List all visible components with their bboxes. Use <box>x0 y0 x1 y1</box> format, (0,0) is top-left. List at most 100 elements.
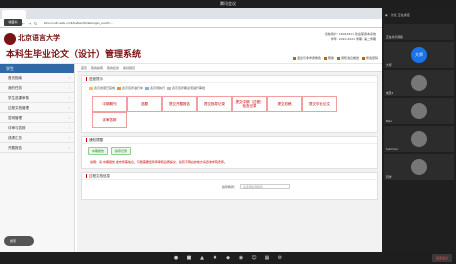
notice-text: 说明：请 中期报告 发布所需信息，可能需要经导师审核后再提交，如有不明白的地方请… <box>90 160 227 164</box>
breadcrumb-item[interactable]: 答辩题目 <box>123 66 135 70</box>
participant-name: Summer <box>386 147 398 151</box>
header-link-help[interactable]: 帮助 <box>323 56 334 60</box>
documents-title: 过程文档信息 <box>82 173 377 180</box>
university-name: 北京语言大学 <box>18 33 60 42</box>
documents-panel: 过程文档信息 指导教师： 请选择指导教师 <box>81 172 378 200</box>
user-info-line: 当前用户: 18041811 欢迎使用本系统 <box>324 32 376 36</box>
sidebar-item-documents[interactable]: 过程文档管理 <box>0 103 74 113</box>
sidebar-item-guide[interactable]: 首页指南 <box>0 73 74 83</box>
progress-title: 进度提示 <box>82 76 377 83</box>
participant-tile[interactable]: Max <box>384 98 454 124</box>
settings-icon[interactable]: ⚙ <box>277 255 283 261</box>
legend-label: 表示该步进行中 <box>121 86 143 90</box>
participant-name: Max <box>386 119 392 123</box>
legend-label: 表示该步骤必须进行审批 <box>171 86 205 90</box>
legend-swatch-approval <box>166 86 171 90</box>
participants-panel: ◉ 讨论 正在讲话 正在共享屏幕 大师 大师 成员1 Max Summer 同学 <box>382 8 456 252</box>
step-draft[interactable]: 提交初稿 <box>267 96 302 112</box>
share-icon[interactable]: ▲ <box>199 255 205 261</box>
user-info: 当前用户: 18041811 欢迎使用本系统 学年: 2020-2021 学期:… <box>325 32 376 41</box>
step-defense[interactable]: 评审答辩 <box>92 112 127 128</box>
breadcrumb-item[interactable]: 我的指南 <box>91 66 103 70</box>
avatar <box>411 75 427 91</box>
header-link-notice[interactable]: 通知消息推送 <box>336 56 359 60</box>
mic-icon[interactable]: ● <box>173 255 179 261</box>
sidebar-item-grades[interactable]: 成绩汇总 <box>0 133 74 143</box>
step-midterm-check[interactable]: 提交中期（过程）检查记录 <box>232 96 267 112</box>
sidebar-item-tasks[interactable]: 我的任务 <box>0 83 74 93</box>
step-proposal[interactable]: 提交开题报告 <box>162 96 197 112</box>
participant-tile[interactable]: 成员1 <box>384 70 454 96</box>
members-icon[interactable]: ♦ <box>212 255 218 261</box>
progress-steps: 中期期刊 选题 提交开题报告 提交指导记录 提交中期（过程）检查记录 提交初稿 … <box>82 94 377 132</box>
progress-legend: 表示这项已完成 表示该步进行中 表示待执行 表示该步骤必须进行审批 <box>82 83 377 94</box>
shared-browser-window: 收藏书 ← → ↻ bhu.ccutc.edu.cn/bhu/bsinfo/st… <box>0 8 382 252</box>
system-title: 本科生毕业论文（设计）管理系统 <box>6 50 142 60</box>
record-icon[interactable]: ◉ <box>238 255 244 261</box>
breadcrumb-item[interactable]: 我的任务 <box>107 66 119 70</box>
browser-tab-bar <box>0 8 382 19</box>
step-thesis[interactable]: 提交毕业论文 <box>302 96 337 112</box>
meeting-title-bar: 腾讯会议 <box>0 0 456 8</box>
legend-label: 表示这项已完成 <box>94 86 116 90</box>
legend-label: 表示待执行 <box>149 86 165 90</box>
emoji-icon[interactable]: ☺ <box>251 255 257 261</box>
participant-name: 正在共享屏幕 <box>386 35 403 39</box>
camera-icon[interactable]: ■ <box>186 255 192 261</box>
sidebar-search-button[interactable]: 搜索 <box>4 236 34 246</box>
bookmark-tooltip: 收藏书 <box>4 19 22 26</box>
step-topic[interactable]: 选题 <box>127 96 162 112</box>
participant-tile[interactable]: Summer <box>384 126 454 152</box>
notice-title: 通知提醒 <box>82 137 377 144</box>
browser-tab[interactable] <box>2 10 26 19</box>
header-links: 退出与非学者角色 帮助 通知消息推送 修改密码 <box>292 56 378 60</box>
avatar <box>411 159 427 175</box>
notice-badges: 中期报告 指导记录 <box>82 144 377 158</box>
university-logo <box>4 33 16 45</box>
leave-meeting-button[interactable]: 结束会议 <box>431 254 452 262</box>
sidebar-item-review[interactable]: 评审与答辩 <box>0 123 74 133</box>
legend-swatch-done <box>89 86 93 90</box>
participant-tile[interactable]: 同学 <box>384 154 454 180</box>
notice-panel: 通知提醒 中期报告 指导记录 说明：请 中期报告 发布所需信息，可能需要经导师审… <box>81 136 378 169</box>
avatar <box>411 103 427 119</box>
header-link-switch-role[interactable]: 退出与非学者角色 <box>292 56 321 60</box>
speaker-icon: ◉ <box>385 13 388 17</box>
step-guidance-record[interactable]: 提交指导记录 <box>197 96 232 112</box>
help-icon <box>323 56 327 60</box>
avatar: 大师 <box>411 47 427 63</box>
participant-tile-share[interactable]: 正在共享屏幕 <box>384 24 454 40</box>
site-header: 北京语言大学 本科生毕业论文（设计）管理系统 当前用户: 18041811 欢迎… <box>0 28 382 64</box>
badge-midterm[interactable]: 中期报告 <box>88 147 109 155</box>
step-midterm[interactable]: 中期期刊 <box>92 96 127 112</box>
user-info-line: 学年: 2020-2021 学期: 第二学期 <box>330 36 376 41</box>
breadcrumb: 首页 我的指南 我的任务 答辩题目 <box>77 64 382 72</box>
legend-swatch-pending <box>144 86 149 90</box>
sidebar: 学生 首页指南 我的任务 学生选课审核 过程文档管理 答辩管理 评审与答辩 成绩… <box>0 64 75 252</box>
participant-name: 大师 <box>386 63 392 67</box>
apps-icon[interactable]: ▦ <box>264 255 270 261</box>
chat-icon[interactable]: ◆ <box>225 255 231 261</box>
advisor-select[interactable]: 请选择指导教师 <box>240 184 291 189</box>
advisor-label: 指导教师： <box>222 184 238 189</box>
url-field[interactable]: bhu.ccutc.edu.cn/bhu/bsinfo/stulogin_uui… <box>44 21 113 25</box>
progress-panel: 进度提示 表示这项已完成 表示该步进行中 表示待执行 表示该步骤必须进行审批 中… <box>81 75 378 133</box>
sidebar-item-course-review[interactable]: 学生选课审核 <box>0 93 74 103</box>
lock-icon <box>361 56 365 60</box>
meeting-title: 腾讯会议 <box>220 1 236 6</box>
main-content: 首页 我的指南 我的任务 答辩题目 进度提示 表示这项已完成 表示该步进行中 表… <box>77 64 382 252</box>
badge-guidance[interactable]: 指导记录 <box>111 147 132 155</box>
switch-role-icon <box>292 56 296 60</box>
header-link-password[interactable]: 修改密码 <box>361 56 378 60</box>
meeting-toolbar: ● ■ ▲ ♦ ◆ ◉ ☺ ▦ ⚙ 结束会议 <box>0 252 456 264</box>
address-bar: ← → ↻ bhu.ccutc.edu.cn/bhu/bsinfo/stulog… <box>0 19 382 28</box>
participant-name: 成员1 <box>386 91 394 95</box>
participant-name: 同学 <box>386 175 392 179</box>
participant-tile[interactable]: 大师 大师 <box>384 42 454 68</box>
breadcrumb-item[interactable]: 首页 <box>81 66 87 70</box>
sidebar-item-proposal[interactable]: 开题报告 <box>0 143 74 153</box>
sidebar-item-defense[interactable]: 答辩管理 <box>0 113 74 123</box>
avatar <box>411 131 427 147</box>
reload-icon[interactable]: ↻ <box>34 21 40 26</box>
sidebar-title: 学生 <box>0 64 74 73</box>
